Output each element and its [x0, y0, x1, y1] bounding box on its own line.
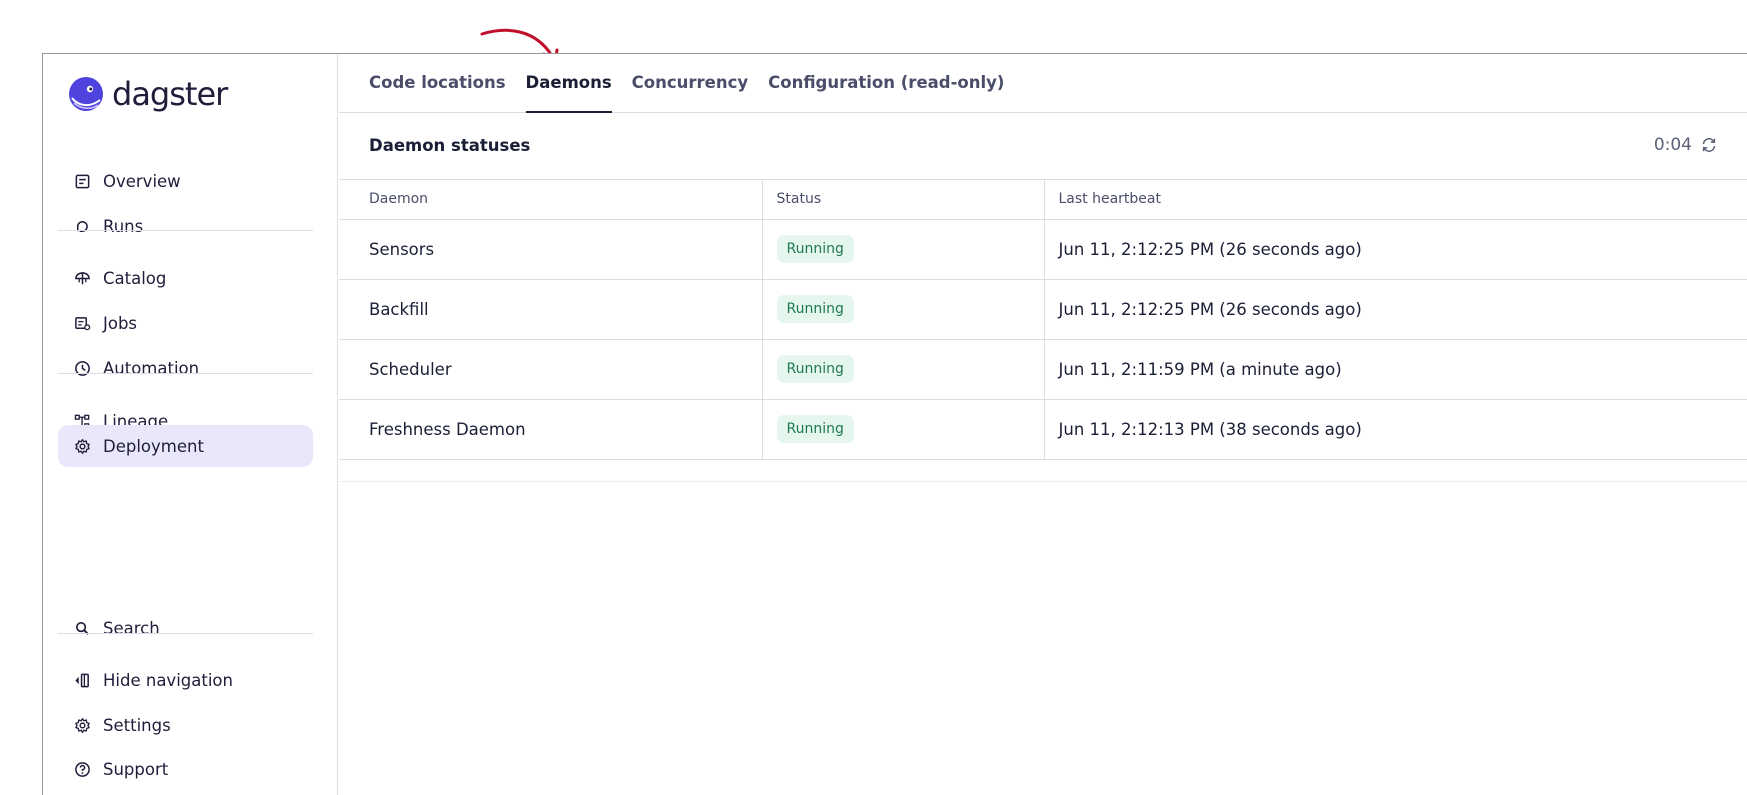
help-icon — [73, 760, 91, 778]
sidebar-item-label: Support — [103, 759, 169, 779]
jobs-icon — [73, 314, 91, 332]
table-footer-spacer — [339, 460, 1747, 482]
column-header-daemon: Daemon — [339, 180, 762, 220]
sidebar-item-label: Hide navigation — [103, 670, 233, 690]
divider — [58, 230, 313, 231]
refresh-countdown[interactable]: 0:04 — [1654, 135, 1718, 155]
tab-bar: Code locations Daemons Concurrency Confi… — [339, 54, 1747, 113]
automation-icon — [73, 359, 91, 377]
sidebar-item-jobs[interactable]: Jobs — [58, 302, 313, 344]
daemon-table: Daemon Status Last heartbeat Sensors Run… — [339, 180, 1747, 460]
divider — [58, 633, 313, 634]
sidebar-item-label: Runs — [103, 216, 144, 236]
tab-configuration[interactable]: Configuration (read-only) — [768, 54, 1004, 112]
status-badge: Running — [776, 415, 854, 443]
logo-text: dagster — [112, 75, 228, 113]
hide-navigation-icon — [73, 671, 91, 689]
sidebar-item-label: Settings — [103, 715, 171, 735]
status-badge: Running — [776, 355, 854, 383]
divider — [58, 373, 313, 374]
daemon-name: Sensors — [339, 219, 762, 280]
runs-icon — [73, 217, 91, 235]
table-header-row: Daemon Status Last heartbeat — [339, 180, 1747, 220]
dagster-logo-icon — [69, 77, 103, 111]
sidebar-item-runs[interactable]: Runs — [58, 205, 313, 247]
sidebar-item-support[interactable]: Support — [58, 748, 313, 790]
search-icon — [73, 619, 91, 637]
sidebar-item-label: Catalog — [103, 268, 167, 288]
sidebar-item-overview[interactable]: Overview — [58, 160, 313, 202]
last-heartbeat: Jun 11, 2:12:13 PM (38 seconds ago) — [1043, 399, 1747, 460]
sidebar-item-label: Automation — [103, 358, 200, 378]
sidebar-item-catalog[interactable]: Catalog — [58, 257, 313, 299]
sidebar-item-label: Search — [103, 618, 160, 638]
catalog-icon — [73, 269, 91, 287]
daemon-name: Scheduler — [339, 339, 762, 400]
status-badge: Running — [776, 295, 854, 323]
sidebar-item-label: Jobs — [103, 313, 138, 333]
daemon-name: Backfill — [339, 279, 762, 340]
main-content: Code locations Daemons Concurrency Confi… — [339, 54, 1747, 795]
table-row: Scheduler Running Jun 11, 2:11:59 PM (a … — [339, 339, 1747, 400]
sidebar-item-deployment[interactable]: Deployment — [58, 425, 313, 467]
gear-icon — [73, 437, 91, 455]
column-header-last-heartbeat: Last heartbeat — [1043, 180, 1747, 220]
sidebar-item-label: Overview — [103, 171, 181, 191]
table-row: Backfill Running Jun 11, 2:12:25 PM (26 … — [339, 279, 1747, 340]
status-badge: Running — [776, 235, 854, 263]
sidebar-item-label: Deployment — [103, 436, 204, 456]
table-row: Freshness Daemon Running Jun 11, 2:12:13… — [339, 399, 1747, 460]
tab-daemons[interactable]: Daemons — [525, 54, 612, 113]
page-title: Daemon statuses — [369, 136, 531, 155]
status-cell: Running — [761, 399, 1044, 460]
status-cell: Running — [761, 339, 1044, 400]
refresh-icon[interactable] — [1700, 136, 1718, 154]
gear-icon — [73, 716, 91, 734]
daemon-name: Freshness Daemon — [339, 399, 762, 460]
tab-code-locations[interactable]: Code locations — [369, 54, 506, 112]
sidebar: dagster Overview Runs Catalog Jobs Autom… — [43, 54, 338, 795]
sidebar-item-settings[interactable]: Settings — [58, 704, 313, 746]
column-header-status: Status — [761, 180, 1044, 220]
sidebar-item-search[interactable]: Search — [58, 607, 313, 649]
refresh-countdown-text: 0:04 — [1653, 135, 1692, 155]
sidebar-item-automation[interactable]: Automation — [58, 347, 313, 389]
app-window: dagster Overview Runs Catalog Jobs Autom… — [42, 53, 1747, 795]
status-cell: Running — [761, 279, 1044, 340]
sidebar-item-hide-navigation[interactable]: Hide navigation — [58, 659, 313, 701]
table-row: Sensors Running Jun 11, 2:12:25 PM (26 s… — [339, 219, 1747, 280]
logo[interactable]: dagster — [68, 75, 228, 113]
last-heartbeat: Jun 11, 2:12:25 PM (26 seconds ago) — [1043, 219, 1747, 280]
last-heartbeat: Jun 11, 2:12:25 PM (26 seconds ago) — [1043, 279, 1747, 340]
overview-icon — [73, 172, 91, 190]
section-header: Daemon statuses 0:04 — [339, 113, 1747, 180]
status-cell: Running — [761, 219, 1044, 280]
last-heartbeat: Jun 11, 2:11:59 PM (a minute ago) — [1043, 339, 1747, 400]
tab-concurrency[interactable]: Concurrency — [632, 54, 748, 112]
